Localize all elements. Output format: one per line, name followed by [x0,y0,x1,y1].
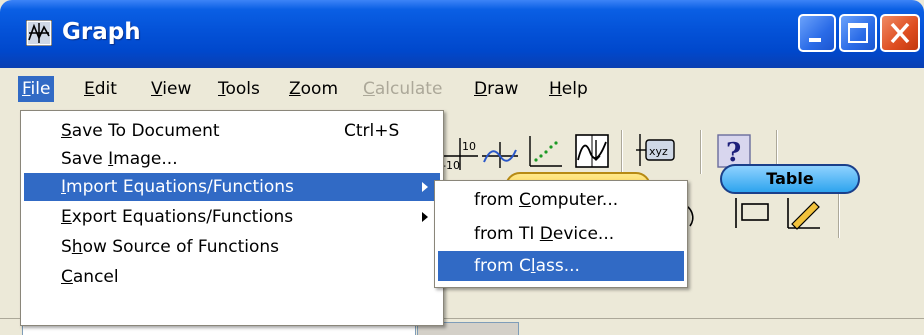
menu-view[interactable]: View [147,76,195,102]
menu-item-show-source[interactable]: Show Source of Functions [24,233,440,261]
menu-zoom[interactable]: Zoom [285,76,342,102]
menu-file[interactable]: File [18,76,55,102]
title-bar: Graph [0,0,924,68]
svg-text:xyz: xyz [649,145,668,158]
submenu-arrow-icon [422,212,428,222]
minimize-icon [809,38,821,42]
menu-item-cancel[interactable]: Cancel [24,263,440,291]
menu-item-import-equations[interactable]: Import Equations/Functions [24,173,440,201]
shortcut-label: Ctrl+S [344,121,400,141]
menu-bar: File Edit View Tools Zoom Calculate Draw… [0,68,924,110]
toolbar-separator [838,194,840,238]
svg-text:10: 10 [462,140,476,153]
import-submenu: from Computer... from TI Device... from … [434,180,688,288]
submenu-item-from-class[interactable]: from Class... [438,251,684,281]
svg-text:-10: -10 [442,159,460,172]
menu-help[interactable]: Help [545,76,592,102]
submenu-item-from-ti-device[interactable]: from TI Device... [438,219,684,249]
window-title: Graph [62,19,141,45]
menu-item-save-image[interactable]: Save Image... [24,145,440,173]
submenu-arrow-icon [422,182,428,192]
toolbar-separator [700,130,702,174]
submenu-item-from-computer[interactable]: from Computer... [438,185,684,215]
file-menu: Save To Document Ctrl+S Save Image... Im… [20,110,444,326]
menu-item-export-equations[interactable]: Export Equations/Functions [24,203,440,231]
xyz-icon[interactable]: xyz [636,132,676,170]
graph-window-icon[interactable] [572,132,612,170]
toolbar-separator [621,130,623,174]
maximize-icon [848,23,868,43]
window-range-icon[interactable]: 10 -10 [440,134,480,172]
menu-tools[interactable]: Tools [214,76,264,102]
close-button[interactable] [880,14,920,52]
close-icon [890,22,910,44]
rectangle-tool-icon[interactable] [732,194,772,232]
trace-icon[interactable] [480,134,520,172]
graph-app-icon [26,20,52,46]
menu-draw[interactable]: Draw [470,76,522,102]
minimize-button[interactable] [798,14,836,52]
maximize-button[interactable] [839,14,877,52]
scatter-plot-icon[interactable] [524,132,564,170]
menu-item-save-to-document[interactable]: Save To Document Ctrl+S [24,117,440,145]
table-button[interactable]: Table [720,164,860,194]
menu-calculate[interactable]: Calculate [359,76,446,102]
menu-edit[interactable]: Edit [80,76,121,102]
pencil-tool-icon[interactable] [784,194,824,232]
